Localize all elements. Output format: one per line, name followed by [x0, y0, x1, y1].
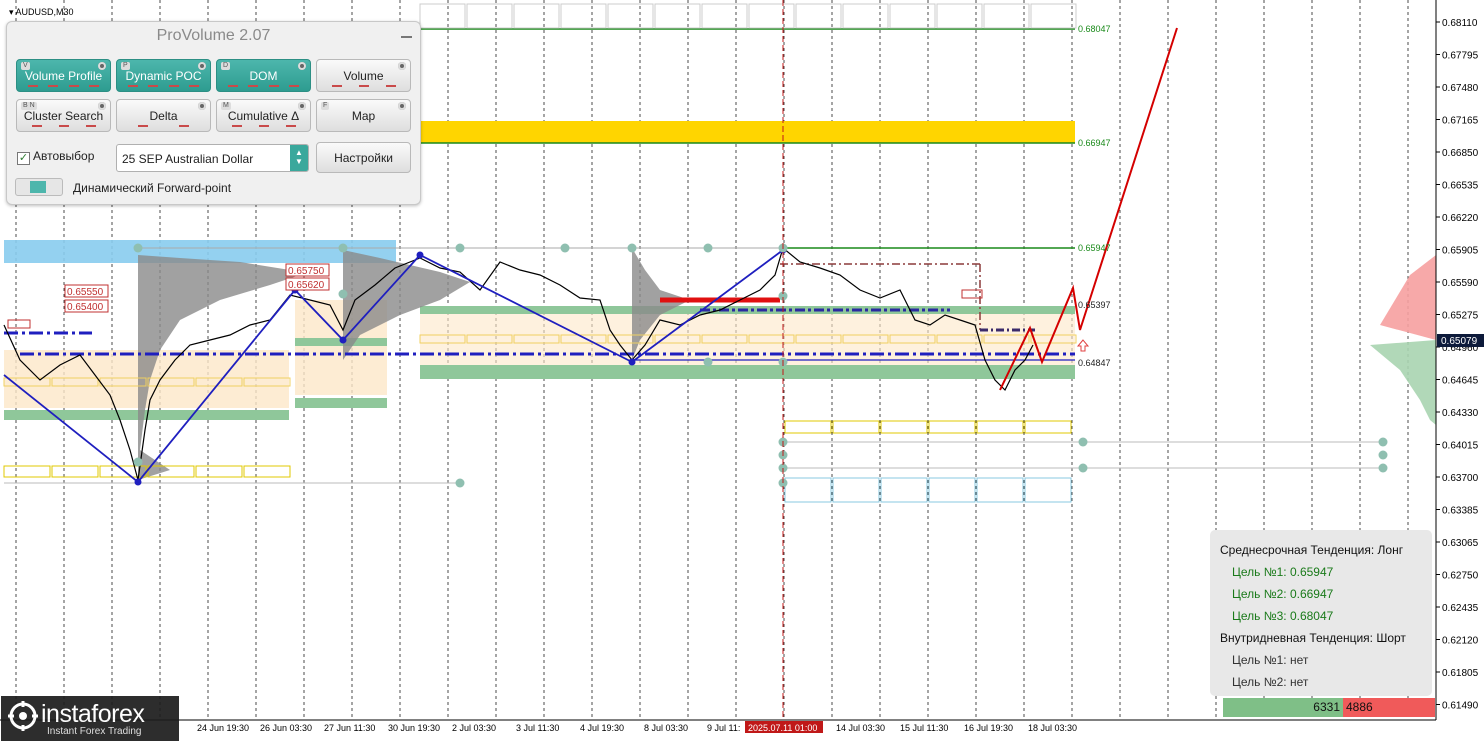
price-tick-label: 0.68110	[1442, 18, 1478, 29]
price-tick-label: 0.61805	[1442, 668, 1479, 679]
intraday-target-1: Цель №1: нет	[1232, 653, 1309, 667]
logo-icon	[8, 701, 38, 731]
price-tick-label: 0.67795	[1442, 51, 1479, 62]
target3-label: 0.68047	[1078, 24, 1111, 34]
auto-select-checkbox[interactable]: ✓ Автовыбор	[17, 149, 94, 165]
green-zone-mid	[295, 398, 387, 408]
spinner-arrows-icon: ▲ ▼	[290, 145, 308, 171]
intraday-trend-label: Внутридневная Тенденция: Шорт	[1220, 631, 1406, 645]
time-tick-label: 3 Jul 11:30	[516, 723, 559, 733]
box-label-4: 0.65620	[288, 280, 325, 291]
settings-button[interactable]: Настройки	[316, 142, 411, 173]
time-tick-label: 27 Jun 11:30	[324, 723, 375, 733]
price-tick-label: 0.65905	[1442, 246, 1479, 257]
price-tick-label: 0.62120	[1442, 636, 1479, 647]
intraday-target-2: Цель №2: нет	[1232, 675, 1309, 689]
box-label-1: 0.65550	[67, 287, 104, 298]
price-tick-label: 0.62750	[1442, 571, 1479, 582]
green-zone-lower	[420, 365, 1075, 379]
price-tick-label: 0.63385	[1442, 506, 1479, 517]
box-label-2: 0.65400	[67, 302, 104, 313]
gear-icon	[198, 102, 206, 110]
dynamic-poc-button[interactable]: P Dynamic POC	[116, 59, 211, 92]
trend-info-box: Среднесрочная Тенденция: Лонг Цель №1: 0…	[1210, 530, 1432, 696]
price-tick-label: 0.64645	[1442, 376, 1479, 387]
upper-level-label: 0.65397	[1078, 300, 1111, 310]
cluster-search-button[interactable]: B N Cluster Search	[16, 99, 111, 132]
panel-title: ProVolume 2.07	[156, 27, 271, 44]
sell-volume: 4886	[1343, 698, 1435, 717]
minimize-icon[interactable]	[401, 36, 412, 38]
lower-level-label: 0.64847	[1078, 358, 1111, 368]
volume-button[interactable]: Volume	[316, 59, 411, 92]
checkmark-icon: ✓	[17, 152, 30, 165]
yellow-target-zone	[420, 121, 1075, 143]
buy-volume: 6331	[1223, 698, 1343, 717]
forward-point-toggle[interactable]: Динамический Forward-point	[15, 178, 231, 196]
price-tick-label: 0.67165	[1442, 116, 1479, 127]
time-tick-label: 30 Jun 19:30	[388, 723, 440, 733]
time-tick-label: 24 Jun 19:30	[197, 723, 249, 733]
provolume-panel: ProVolume 2.07 V Volume Profile P Dynamic …	[6, 21, 421, 205]
midterm-target-3: Цель №3: 0.68047	[1232, 609, 1334, 623]
volume-balance-bar: 6331 4886	[1223, 698, 1435, 717]
toggle-switch	[15, 178, 63, 196]
gear-icon	[98, 62, 106, 70]
map-button[interactable]: F Map	[316, 99, 411, 132]
price-tick-label: 0.64015	[1442, 441, 1479, 452]
gear-icon	[398, 102, 406, 110]
cumulative-delta-button[interactable]: M Cumulative Δ	[216, 99, 311, 132]
gear-icon	[98, 102, 106, 110]
midterm-trend-label: Среднесрочная Тенденция: Лонг	[1220, 543, 1404, 557]
gear-icon	[298, 102, 306, 110]
price-tick-label: 0.64330	[1442, 408, 1479, 419]
current-time-label: 2025.07.11 01:00	[748, 723, 817, 733]
price-tick-label: 0.63700	[1442, 473, 1479, 484]
gear-icon	[298, 62, 306, 70]
midterm-target-1: Цель №1: 0.65947	[1232, 565, 1334, 579]
current-price-tag: 0.65079	[1441, 336, 1478, 347]
price-tick-label: 0.65275	[1442, 311, 1479, 322]
price-tick-label: 0.61490	[1442, 701, 1479, 712]
time-tick-label: 16 Jul 19:30	[964, 723, 1013, 733]
target1-label: 0.65947	[1078, 243, 1111, 253]
time-tick-label: 26 Jun 03:30	[260, 723, 312, 733]
price-tick-label: 0.62435	[1442, 603, 1479, 614]
volume-profile-button[interactable]: V Volume Profile	[16, 59, 111, 92]
gear-icon	[198, 62, 206, 70]
instrument-select[interactable]: 25 SEP Australian Dollar ▲ ▼	[116, 144, 309, 172]
instaforex-logo: instaforex Instant Forex Trading	[1, 696, 179, 741]
price-tick-label: 0.67480	[1442, 83, 1479, 94]
time-tick-label: 9 Jul 11:	[707, 723, 740, 733]
price-tick-label: 0.66535	[1442, 181, 1479, 192]
time-tick-label: 2 Jul 03:30	[452, 723, 496, 733]
delta-button[interactable]: Delta	[116, 99, 211, 132]
box-label-3: 0.65750	[288, 266, 325, 277]
time-tick-label: 14 Jul 03:30	[836, 723, 885, 733]
time-tick-label: 8 Jul 03:30	[644, 723, 688, 733]
time-tick-label: 18 Jul 03:30	[1028, 723, 1077, 733]
time-tick-label: 15 Jul 11:30	[900, 723, 948, 733]
price-tick-label: 0.66850	[1442, 148, 1479, 159]
price-tick-label: 0.65590	[1442, 278, 1479, 289]
target2-label: 0.66947	[1078, 138, 1111, 148]
gear-icon	[398, 62, 406, 70]
midterm-target-2: Цель №2: 0.66947	[1232, 587, 1334, 601]
dom-button[interactable]: D DOM	[216, 59, 311, 92]
price-tick-label: 0.63065	[1442, 538, 1479, 549]
symbol-title: ▾ AUDUSD,M30	[9, 7, 74, 17]
time-tick-label: 4 Jul 19:30	[580, 723, 624, 733]
price-tick-label: 0.66220	[1442, 213, 1479, 224]
